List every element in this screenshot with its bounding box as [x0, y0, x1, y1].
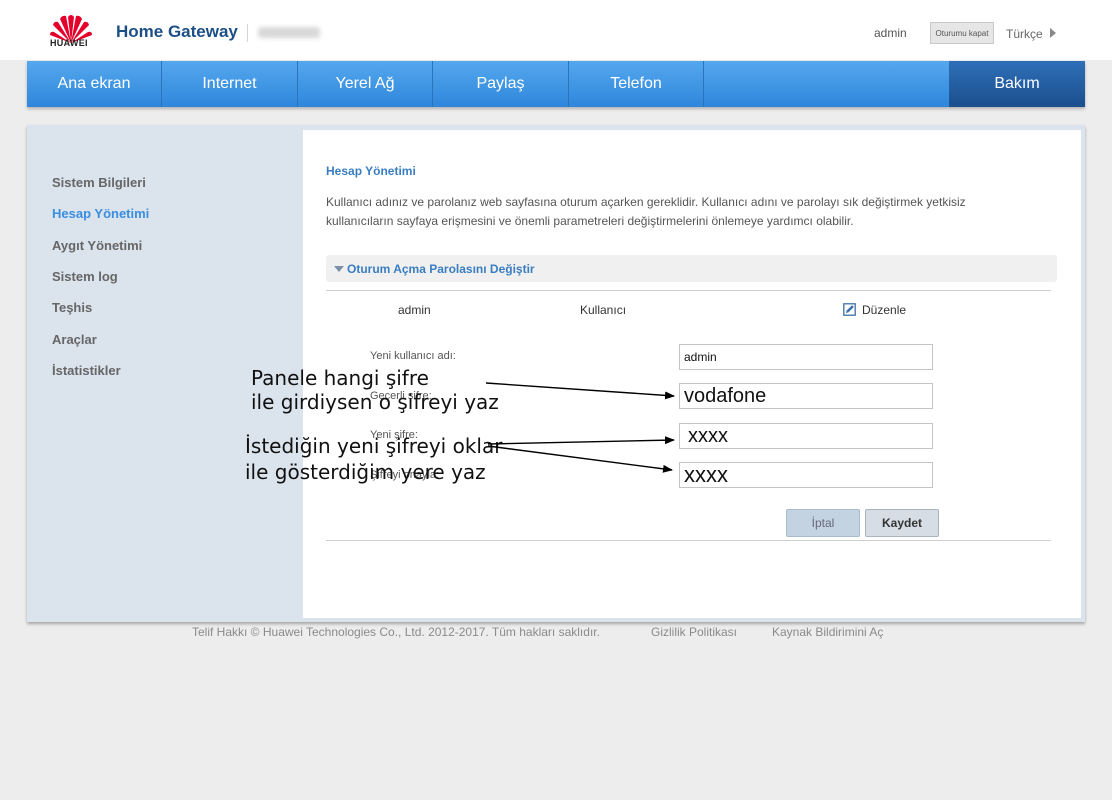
nav-tab-share[interactable]: Paylaş	[433, 61, 569, 107]
annotation-new-password-line2: ile gösterdiğim yere yaz	[245, 460, 486, 484]
nav-tab-internet[interactable]: Internet	[162, 61, 298, 107]
new-username-label: Yeni kullanıcı adı:	[370, 350, 456, 362]
sidebar-item-system-log[interactable]: Sistem log	[52, 269, 118, 284]
section-divider-bottom	[326, 540, 1051, 541]
page-title: Hesap Yönetimi	[326, 164, 416, 178]
sidebar-item-diagnostics[interactable]: Teşhis	[52, 300, 92, 315]
brand-text: HUAWEI	[50, 38, 88, 48]
sidebar-item-system-info[interactable]: Sistem Bilgileri	[52, 175, 146, 190]
nav-tab-maintenance[interactable]: Bakım	[949, 61, 1085, 107]
copyright-text: Telif Hakkı © Huawei Technologies Co., L…	[192, 625, 600, 639]
nav-tab-home[interactable]: Ana ekran	[27, 61, 162, 107]
new-password-input[interactable]	[679, 423, 933, 449]
privacy-link[interactable]: Gizlilik Politikası	[651, 625, 737, 639]
header: HUAWEI Home Gateway admin Oturumu kapat …	[0, 0, 1112, 60]
edit-button[interactable]: Düzenle	[862, 303, 906, 317]
current-password-input[interactable]	[679, 383, 933, 409]
section-title[interactable]: Oturum Açma Parolasını Değiştir	[347, 262, 535, 276]
nav-tab-local-network[interactable]: Yerel Ağ	[298, 61, 433, 107]
open-source-link[interactable]: Kaynak Bildirimini Aç	[772, 625, 883, 639]
account-role: Kullanıcı	[580, 303, 627, 317]
confirm-password-input[interactable]	[679, 462, 933, 488]
current-username: admin	[874, 26, 907, 40]
annotation-new-password-line1: İstediğin yeni şifreyi oklar	[245, 434, 503, 458]
sidebar-item-account-management[interactable]: Hesap Yönetimi	[52, 206, 149, 221]
triangle-down-icon[interactable]	[334, 266, 344, 272]
section-divider-top	[326, 290, 1051, 291]
sidebar-item-device-management[interactable]: Aygıt Yönetimi	[52, 238, 142, 253]
sidebar-item-statistics[interactable]: İstatistikler	[52, 363, 121, 378]
main-nav: Ana ekran Internet Yerel Ağ Paylaş Telef…	[27, 61, 1085, 107]
language-selector[interactable]: Türkçe	[1006, 27, 1043, 41]
page-description: Kullanıcı adınız ve parolanız web sayfas…	[326, 195, 966, 228]
edit-icon[interactable]	[843, 303, 856, 316]
title-divider	[247, 24, 248, 42]
cancel-button[interactable]: İptal	[786, 509, 860, 537]
annotation-current-password-line1: Panele hangi şifre	[251, 366, 429, 390]
app-title: Home Gateway	[116, 22, 238, 41]
caret-right-icon[interactable]	[1050, 28, 1056, 38]
account-username: admin	[398, 303, 431, 317]
nav-tab-phone[interactable]: Telefon	[569, 61, 704, 107]
logout-button[interactable]: Oturumu kapat	[930, 22, 994, 44]
annotation-current-password-line2: ile girdiysen o şifreyi yaz	[251, 390, 499, 414]
save-button[interactable]: Kaydet	[865, 509, 939, 537]
new-username-input[interactable]	[679, 344, 933, 370]
model-name-redacted	[258, 27, 320, 38]
sidebar-item-tools[interactable]: Araçlar	[52, 332, 97, 347]
